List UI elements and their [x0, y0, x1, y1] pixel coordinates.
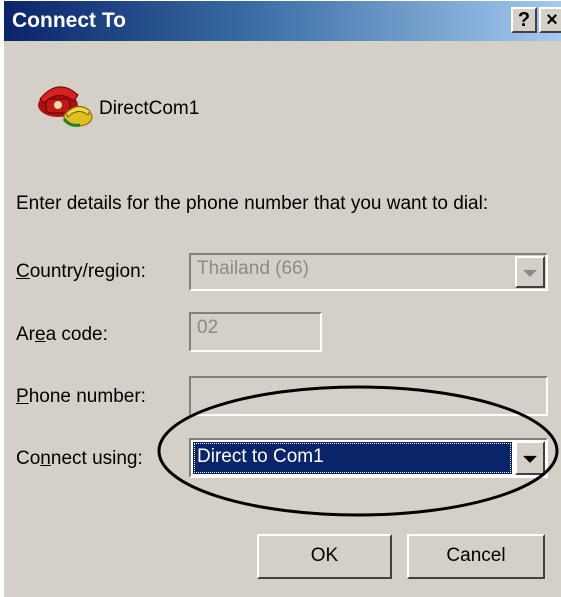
country-dropdown-button[interactable] — [515, 256, 545, 288]
country-dropdown[interactable]: Thailand (66) — [189, 253, 548, 291]
area-code-label: Area code: — [16, 324, 108, 346]
close-button[interactable]: × — [539, 7, 561, 33]
phone-number-label-rest: hone number: — [28, 386, 146, 407]
country-value: Thailand (66) — [197, 258, 309, 279]
phone-number-input[interactable] — [189, 376, 548, 416]
connect-using-dropdown-button[interactable] — [515, 441, 545, 475]
country-label-mnemonic: C — [16, 261, 30, 282]
area-code-label-pre: Ar — [16, 324, 35, 345]
close-icon: × — [546, 9, 558, 31]
connect-to-dialog: Connect To ? × DirectCom1 Enter details … — [2, 0, 561, 597]
connect-using-label: Connect using: — [16, 448, 143, 470]
connect-using-dropdown[interactable]: Direct to Com1 — [189, 438, 548, 478]
area-code-value: 02 — [197, 317, 219, 338]
window-title: Connect To — [12, 9, 126, 32]
connection-name: DirectCom1 — [99, 98, 200, 119]
chevron-down-icon — [523, 269, 537, 277]
phone-number-label: Phone number: — [16, 386, 146, 408]
area-code-input[interactable]: 02 — [189, 312, 322, 352]
connect-using-selected: Direct to Com1 — [193, 442, 512, 474]
connect-using-label-rest: nect using: — [50, 448, 143, 469]
country-label-rest: ountry/region: — [29, 261, 146, 282]
country-label: Country/region: — [16, 261, 146, 283]
help-icon: ? — [517, 9, 531, 31]
connect-using-label-pre: Co — [16, 448, 41, 469]
cancel-button[interactable]: Cancel — [407, 534, 545, 579]
help-button[interactable]: ? — [511, 7, 537, 33]
title-bar[interactable]: Connect To ? × — [4, 1, 561, 41]
phone-number-label-mnemonic: P — [16, 386, 29, 407]
chevron-down-icon — [523, 455, 537, 463]
area-code-label-rest: a code: — [45, 324, 108, 345]
connect-using-label-mnemonic: n — [40, 448, 51, 469]
instructions-text: Enter details for the phone number that … — [16, 193, 489, 214]
phone-connection-icon — [38, 86, 93, 127]
area-code-label-mnemonic: e — [35, 324, 46, 345]
ok-button[interactable]: OK — [257, 534, 392, 579]
